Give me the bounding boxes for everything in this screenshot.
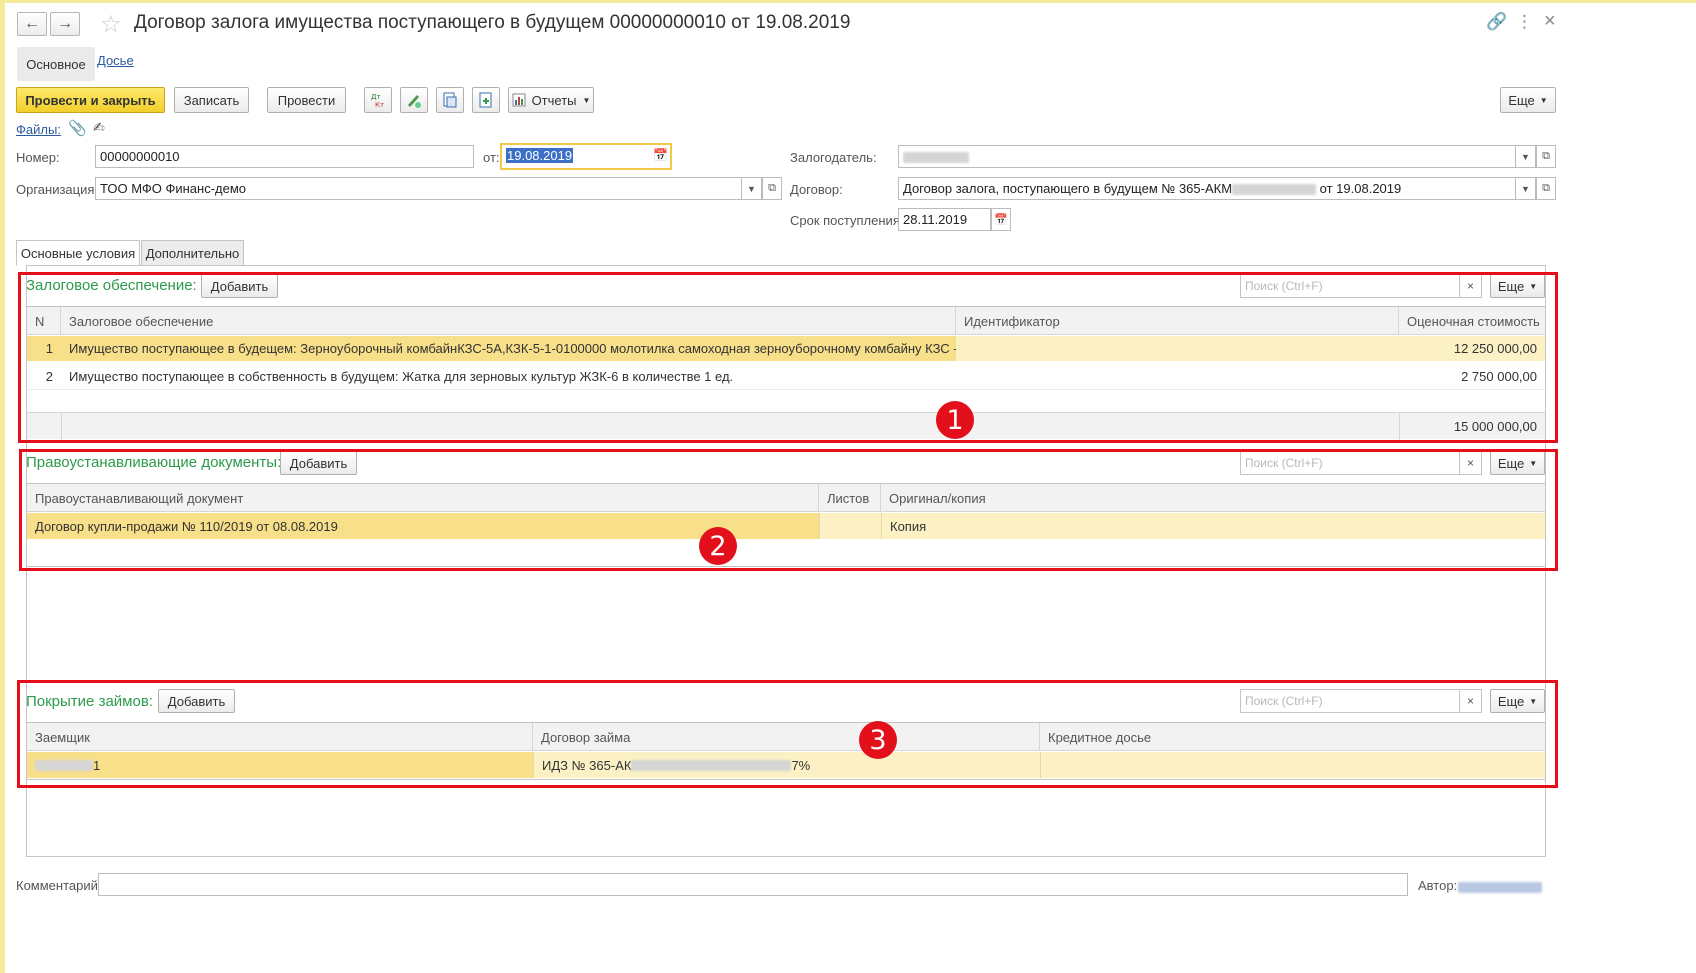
link-icon[interactable]: 🔗 [1486, 12, 1507, 32]
create-document-icon [479, 92, 492, 108]
more-button[interactable]: Еще ▼ [1500, 87, 1556, 113]
chevron-down-icon: ▼ [1539, 95, 1548, 105]
contract-dropdown-icon[interactable]: ▼ [1516, 177, 1536, 200]
tab-dossier[interactable]: Досье [97, 53, 134, 68]
highlight-box-2 [19, 449, 1558, 571]
contract-value-prefix: Договор залога, поступающего в будущем №… [903, 181, 1233, 196]
post-and-close-button[interactable]: Провести и закрыть [16, 87, 165, 113]
contract-label: Договор: [790, 182, 843, 197]
close-icon[interactable]: × [1544, 10, 1556, 33]
organization-field[interactable]: ТОО МФО Финанс-демо [95, 177, 742, 200]
organization-open-icon[interactable]: ⧉ [762, 177, 782, 200]
reports-label: Отчеты [531, 92, 577, 108]
calendar-icon[interactable]: 📅 [991, 208, 1011, 231]
author-label: Автор: [1418, 878, 1458, 893]
comment-label: Комментарий: [16, 878, 102, 893]
date-value: 19.08.2019 [506, 148, 574, 163]
tab-main[interactable]: Основное [17, 47, 95, 81]
receipt-date-field[interactable]: 28.11.2019 [898, 208, 991, 231]
contract-field[interactable]: Договор залога, поступающего в будущем №… [898, 177, 1516, 200]
annotation-marker-1: 1 [936, 401, 974, 439]
dt-kt-movements-button[interactable]: Дт Кт [364, 87, 392, 113]
redacted-pledger [903, 152, 969, 164]
more-label: Еще [1508, 92, 1535, 108]
tab-main-conditions[interactable]: Основные условия [16, 240, 140, 266]
annotation-marker-2: 2 [699, 527, 737, 565]
pledger-open-icon[interactable]: ⧉ [1536, 145, 1556, 168]
dt-kt-icon: ДтКт [371, 93, 384, 109]
pledger-dropdown-icon[interactable]: ▼ [1516, 145, 1536, 168]
date-from-label: от: [483, 150, 500, 165]
annotation-marker-3: 3 [859, 721, 897, 759]
comment-field[interactable] [98, 873, 1408, 896]
organization-dropdown-icon[interactable]: ▼ [742, 177, 762, 200]
highlight-box-3 [17, 680, 1558, 788]
receipt-date-label: Срок поступления: [790, 213, 904, 228]
reports-dropdown[interactable]: Отчеты ▼ [508, 87, 594, 113]
redacted-contract-number [1232, 184, 1317, 196]
forward-button[interactable]: → [50, 12, 80, 36]
chevron-down-icon: ▼ [582, 95, 591, 105]
pencil-icon [408, 95, 421, 108]
arrow-left-icon: ← [24, 15, 40, 32]
calendar-icon[interactable]: 📅 [653, 148, 668, 162]
highlight-box-1 [18, 272, 1558, 443]
chart-icon [512, 93, 526, 107]
date-field[interactable]: 19.08.2019 [500, 143, 672, 170]
author-link[interactable] [1458, 879, 1542, 894]
back-button[interactable]: ← [17, 12, 47, 36]
pledger-field[interactable] [898, 145, 1516, 168]
save-button[interactable]: Записать [174, 87, 249, 113]
document-structure-icon [443, 92, 457, 108]
post-button[interactable]: Провести [267, 87, 346, 113]
tab-additional[interactable]: Дополнительно [141, 240, 244, 266]
edit-button[interactable] [400, 87, 428, 113]
svg-text:Дт: Дт [371, 93, 381, 101]
structure-button[interactable] [436, 87, 464, 113]
number-field[interactable]: 00000000010 [95, 145, 474, 168]
redacted-author [1458, 882, 1542, 894]
create-based-on-button[interactable] [472, 87, 500, 113]
contract-value-suffix: от 19.08.2019 [1316, 181, 1402, 196]
window-frame-top [0, 0, 1696, 3]
signature-icon[interactable]: ✍ [93, 119, 105, 136]
number-label: Номер: [16, 150, 60, 165]
pledger-label: Залогодатель: [790, 150, 877, 165]
more-menu-icon[interactable]: ⋮ [1516, 12, 1533, 32]
organization-label: Организация: [16, 182, 99, 197]
contract-open-icon[interactable]: ⧉ [1536, 177, 1556, 200]
favorite-star-icon[interactable]: ☆ [100, 10, 122, 39]
paperclip-icon[interactable]: 📎 [68, 119, 87, 137]
page-title: Договор залога имущества поступающего в … [134, 12, 851, 33]
svg-text:Кт: Кт [375, 101, 384, 109]
arrow-right-icon: → [57, 15, 73, 32]
files-link[interactable]: Файлы: [16, 122, 61, 137]
window-frame-left [0, 0, 5, 973]
